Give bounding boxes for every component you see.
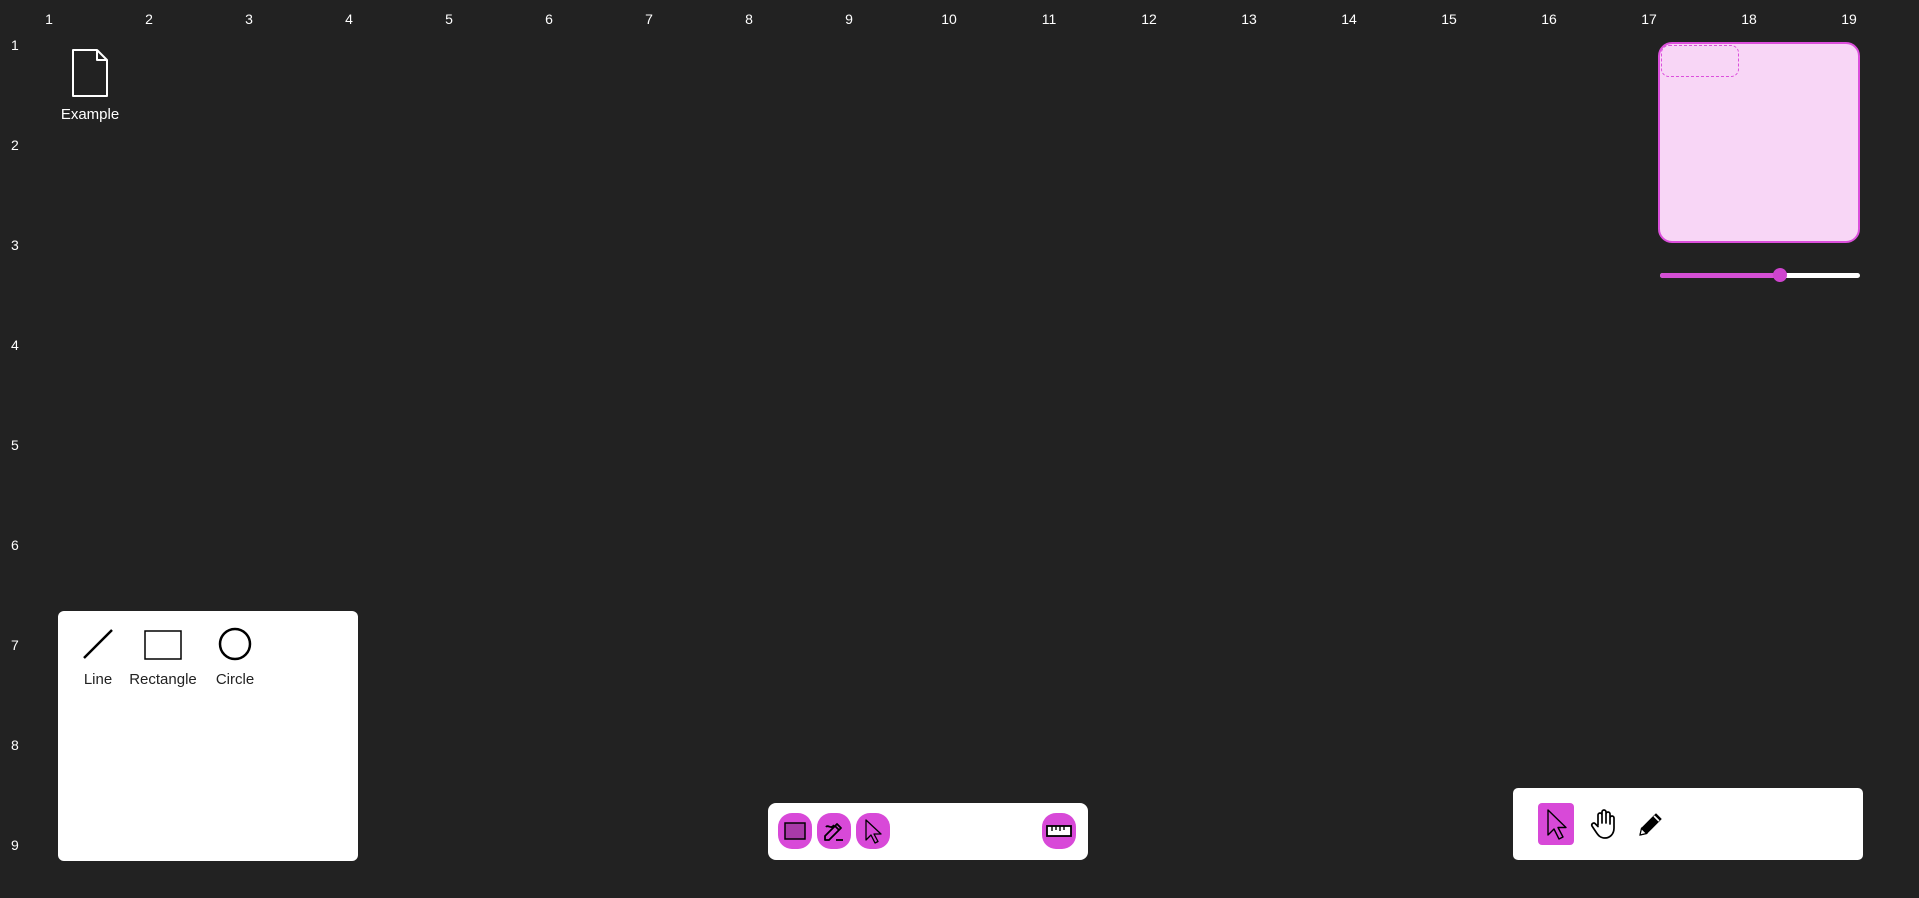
ruler-col-label: 18: [1741, 11, 1757, 27]
hand-tool-button[interactable]: [1586, 803, 1622, 845]
pointer-icon: [1547, 809, 1567, 840]
add-rectangle-button[interactable]: [778, 813, 812, 849]
ruler-row-label: 9: [11, 837, 19, 853]
shape-label-rectangle: Rectangle: [129, 671, 197, 688]
ruler-col-label: 19: [1841, 11, 1857, 27]
rectangle-icon: [144, 630, 182, 660]
file-icon: [72, 49, 108, 97]
ruler-icon: [1046, 825, 1072, 837]
ruler-col-label: 4: [345, 11, 353, 27]
ruler-row-label: 6: [11, 537, 19, 553]
ruler-col-label: 15: [1441, 11, 1457, 27]
ruler-row-label: 1: [11, 37, 19, 53]
ruler-col-label: 6: [545, 11, 553, 27]
cursor-icon: [865, 819, 882, 844]
ruler-col-label: 16: [1541, 11, 1557, 27]
hand-icon: [1590, 809, 1615, 839]
minimap-viewport[interactable]: [1661, 45, 1739, 77]
ruler-col-label: 2: [145, 11, 153, 27]
ruler-col-label: 3: [245, 11, 253, 27]
shape-item-circle[interactable]: Circle: [210, 627, 260, 688]
ruler-row-label: 3: [11, 237, 19, 253]
pencil-tool-button[interactable]: [1633, 803, 1669, 845]
ruler-row-label: 8: [11, 737, 19, 753]
pointer-tool-button[interactable]: [1538, 803, 1574, 845]
ruler-row-label: 2: [11, 137, 19, 153]
ruler-col-label: 17: [1641, 11, 1657, 27]
zoom-slider[interactable]: [1660, 268, 1860, 282]
zoom-slider-thumb[interactable]: [1773, 268, 1787, 282]
ruler-col-label: 8: [745, 11, 753, 27]
line-icon: [83, 629, 113, 659]
circle-icon: [218, 627, 252, 661]
ruler-col-label: 9: [845, 11, 853, 27]
ruler-col-label: 5: [445, 11, 453, 27]
ruler-row-label: 7: [11, 637, 19, 653]
ruler-row-label: 5: [11, 437, 19, 453]
minimap[interactable]: [1658, 42, 1860, 243]
ruler-col-label: 13: [1241, 11, 1257, 27]
ruler-col-label: 14: [1341, 11, 1357, 27]
action-toolbar: [768, 803, 1088, 860]
ruler-col-label: 11: [1041, 11, 1057, 27]
shape-item-rectangle[interactable]: Rectangle: [128, 627, 198, 688]
rectangle-fill-icon: [784, 822, 806, 840]
ruler-button[interactable]: [1042, 813, 1076, 849]
shape-library-panel: Line Rectangle Circle: [58, 611, 358, 861]
ruler-col-label: 10: [941, 11, 957, 27]
edit-icon: [824, 823, 843, 841]
ruler-row-label: 4: [11, 337, 19, 353]
shape-label-circle: Circle: [215, 671, 255, 688]
ruler-col-label: 7: [645, 11, 653, 27]
pencil-icon: [1639, 813, 1662, 836]
edit-button[interactable]: [817, 813, 851, 849]
shape-label-line: Line: [83, 671, 113, 688]
canvas-file-item[interactable]: Example: [58, 48, 122, 123]
tool-panel: [1513, 788, 1863, 860]
ruler-col-label: 1: [45, 11, 53, 27]
shape-item-line[interactable]: Line: [78, 627, 118, 688]
ruler-col-label: 12: [1141, 11, 1157, 27]
file-label: Example: [60, 106, 120, 123]
zoom-slider-fill: [1660, 273, 1780, 278]
select-button[interactable]: [856, 813, 890, 849]
